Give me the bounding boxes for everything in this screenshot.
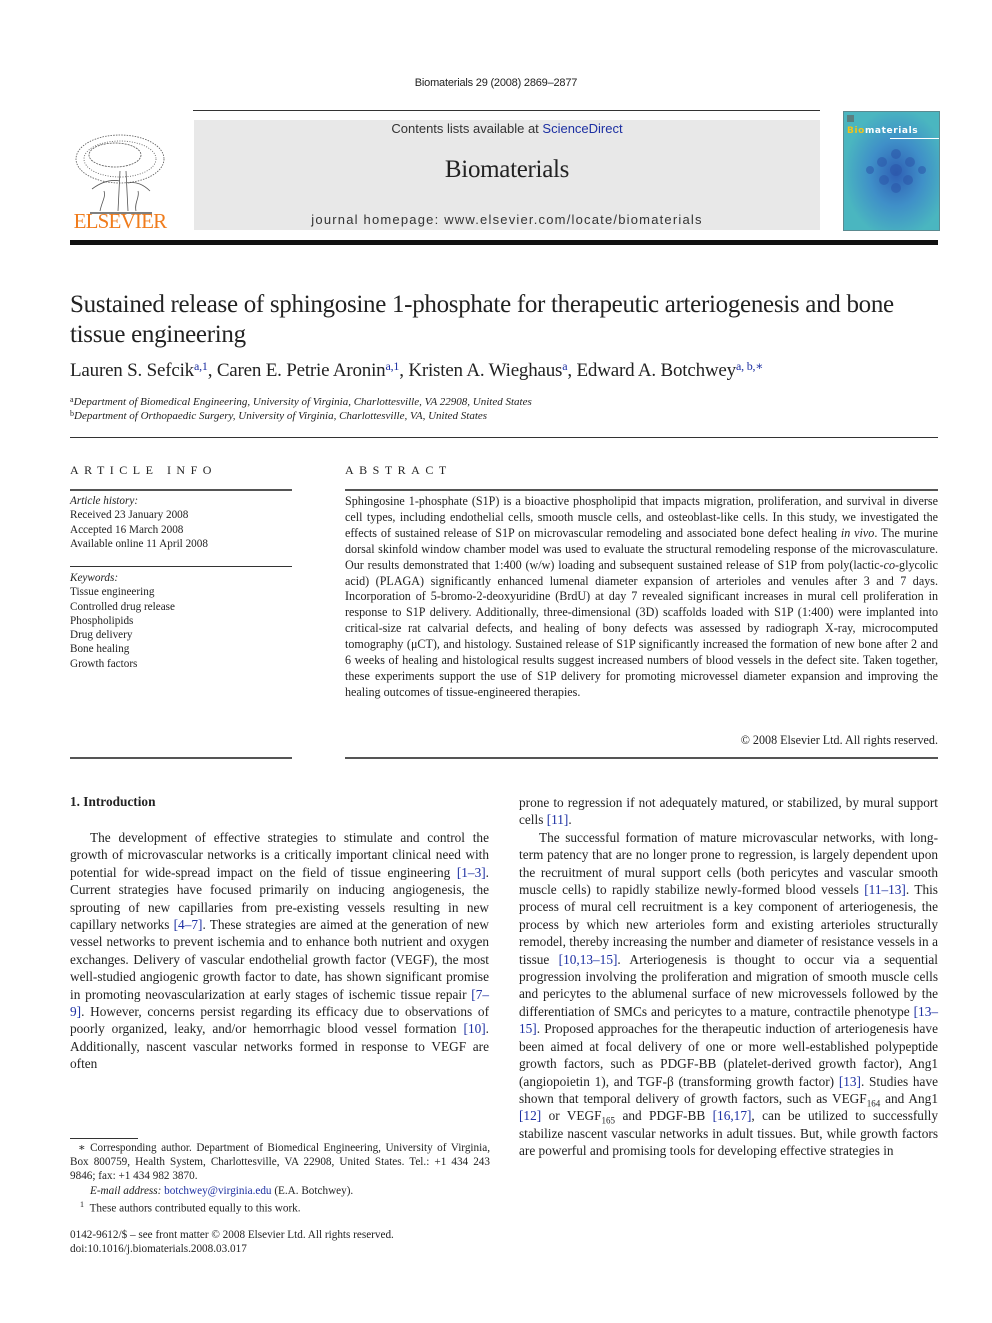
history-accepted: Accepted 16 March 2008 — [70, 523, 184, 536]
issn-line: 0142-9612/$ – see front matter © 2008 El… — [70, 1229, 394, 1241]
paragraph: The successful formation of mature micro… — [519, 829, 939, 1159]
author-name[interactable]: Lauren S. Sefcik — [70, 360, 194, 381]
cover-title: Biomaterials — [847, 126, 919, 136]
citation-link[interactable]: [13] — [839, 1074, 861, 1089]
author-affil-mark[interactable]: a,1 — [385, 359, 399, 373]
citation-link[interactable]: [1–3] — [457, 865, 486, 880]
affiliation-b: bDepartment of Orthopaedic Surgery, Univ… — [70, 409, 488, 423]
citation-link[interactable]: [12] — [519, 1108, 541, 1123]
divider — [70, 437, 938, 438]
article-info-heading: ARTICLE INFO — [70, 463, 217, 477]
citation-link[interactable]: [11–13] — [864, 882, 906, 897]
keyword: Controlled drug release — [70, 600, 176, 613]
affiliation-a: aDepartment of Biomedical Engineering, U… — [70, 395, 532, 409]
header-thick-rule — [70, 240, 938, 245]
section-heading-introduction: 1. Introduction — [70, 794, 156, 809]
doi-link[interactable]: doi:10.1016/j.biomaterials.2008.03.017 — [70, 1242, 394, 1256]
elsevier-logo-text: ELSEVIER — [73, 209, 168, 233]
email-link[interactable]: botchwey@virginia.edu — [164, 1185, 271, 1197]
author-affil-mark[interactable]: a,1 — [194, 359, 208, 373]
citation-link[interactable]: [10,13–15] — [559, 952, 618, 967]
footnote-equal-contribution: 1 These authors contributed equally to t… — [80, 1199, 301, 1215]
cover-publisher-mark — [847, 115, 854, 122]
paragraph: prone to regression if not adequately ma… — [519, 795, 938, 828]
body-column-left: The development of effective strategies … — [70, 829, 489, 1073]
keyword: Bone healing — [70, 643, 130, 656]
article-title: Sustained release of sphingosine 1-phosp… — [70, 291, 894, 348]
keyword: Tissue engineering — [70, 586, 155, 599]
divider — [345, 489, 938, 491]
abstract-heading: ABSTRACT — [345, 463, 452, 477]
citation-link[interactable]: [16,17] — [713, 1108, 752, 1123]
history-received: Received 23 January 2008 — [70, 509, 189, 522]
contents-line: Contents lists available at ScienceDirec… — [391, 121, 623, 136]
article-history: Article history: Received 23 January 200… — [70, 494, 292, 551]
cover-rule — [890, 138, 939, 139]
author-name[interactable]: Kristen A. Wieghaus — [408, 360, 562, 381]
body-column-right: prone to regression if not adequately ma… — [519, 794, 938, 1160]
abstract-text: Sphingosine 1-phosphate (S1P) is a bioac… — [345, 494, 938, 699]
paragraph: The development of effective strategies … — [70, 830, 489, 1072]
citation-link[interactable]: [11] — [547, 812, 569, 827]
journal-homepage-link[interactable]: journal homepage: www.elsevier.com/locat… — [194, 212, 820, 227]
journal-title: Biomaterials — [444, 156, 570, 183]
divider — [70, 757, 292, 759]
abstract-copyright: © 2008 Elsevier Ltd. All rights reserved… — [740, 733, 938, 747]
divider — [70, 489, 292, 491]
keyword: Phospholipids — [70, 614, 134, 627]
footnote-rule — [70, 1138, 138, 1139]
author-affil-mark[interactable]: a, b,∗ — [736, 359, 763, 373]
author-affil-mark[interactable]: a — [562, 359, 567, 373]
author-name[interactable]: Edward A. Botchwey — [577, 360, 737, 381]
front-matter: 0142-9612/$ – see front matter © 2008 El… — [70, 1228, 394, 1257]
footnote-corresponding: ∗ Corresponding author. Department of Bi… — [70, 1142, 490, 1215]
running-head: Biomaterials 29 (2008) 2869–2877 — [414, 77, 578, 89]
header-rule — [193, 110, 820, 111]
sciencedirect-link[interactable]: ScienceDirect — [542, 121, 622, 136]
citation-link[interactable]: [10] — [464, 1021, 486, 1036]
citation-link[interactable]: [4–7] — [174, 917, 203, 932]
keywords-list: Keywords: Tissue engineering Controlled … — [70, 571, 292, 671]
keyword: Drug delivery — [70, 629, 133, 642]
author-list: Lauren S. Sefcika,1, Caren E. Petrie Aro… — [70, 359, 764, 381]
footnote-email: E-mail address: botchwey@virginia.edu (E… — [90, 1184, 354, 1197]
journal-cover-image: Biomaterials — [843, 111, 940, 231]
keyword: Growth factors — [70, 657, 138, 670]
history-online: Available online 11 April 2008 — [70, 537, 208, 550]
author-name[interactable]: Caren E. Petrie Aronin — [217, 360, 386, 381]
journal-banner: Contents lists available at ScienceDirec… — [194, 120, 820, 230]
divider — [345, 757, 938, 759]
divider — [70, 566, 292, 567]
